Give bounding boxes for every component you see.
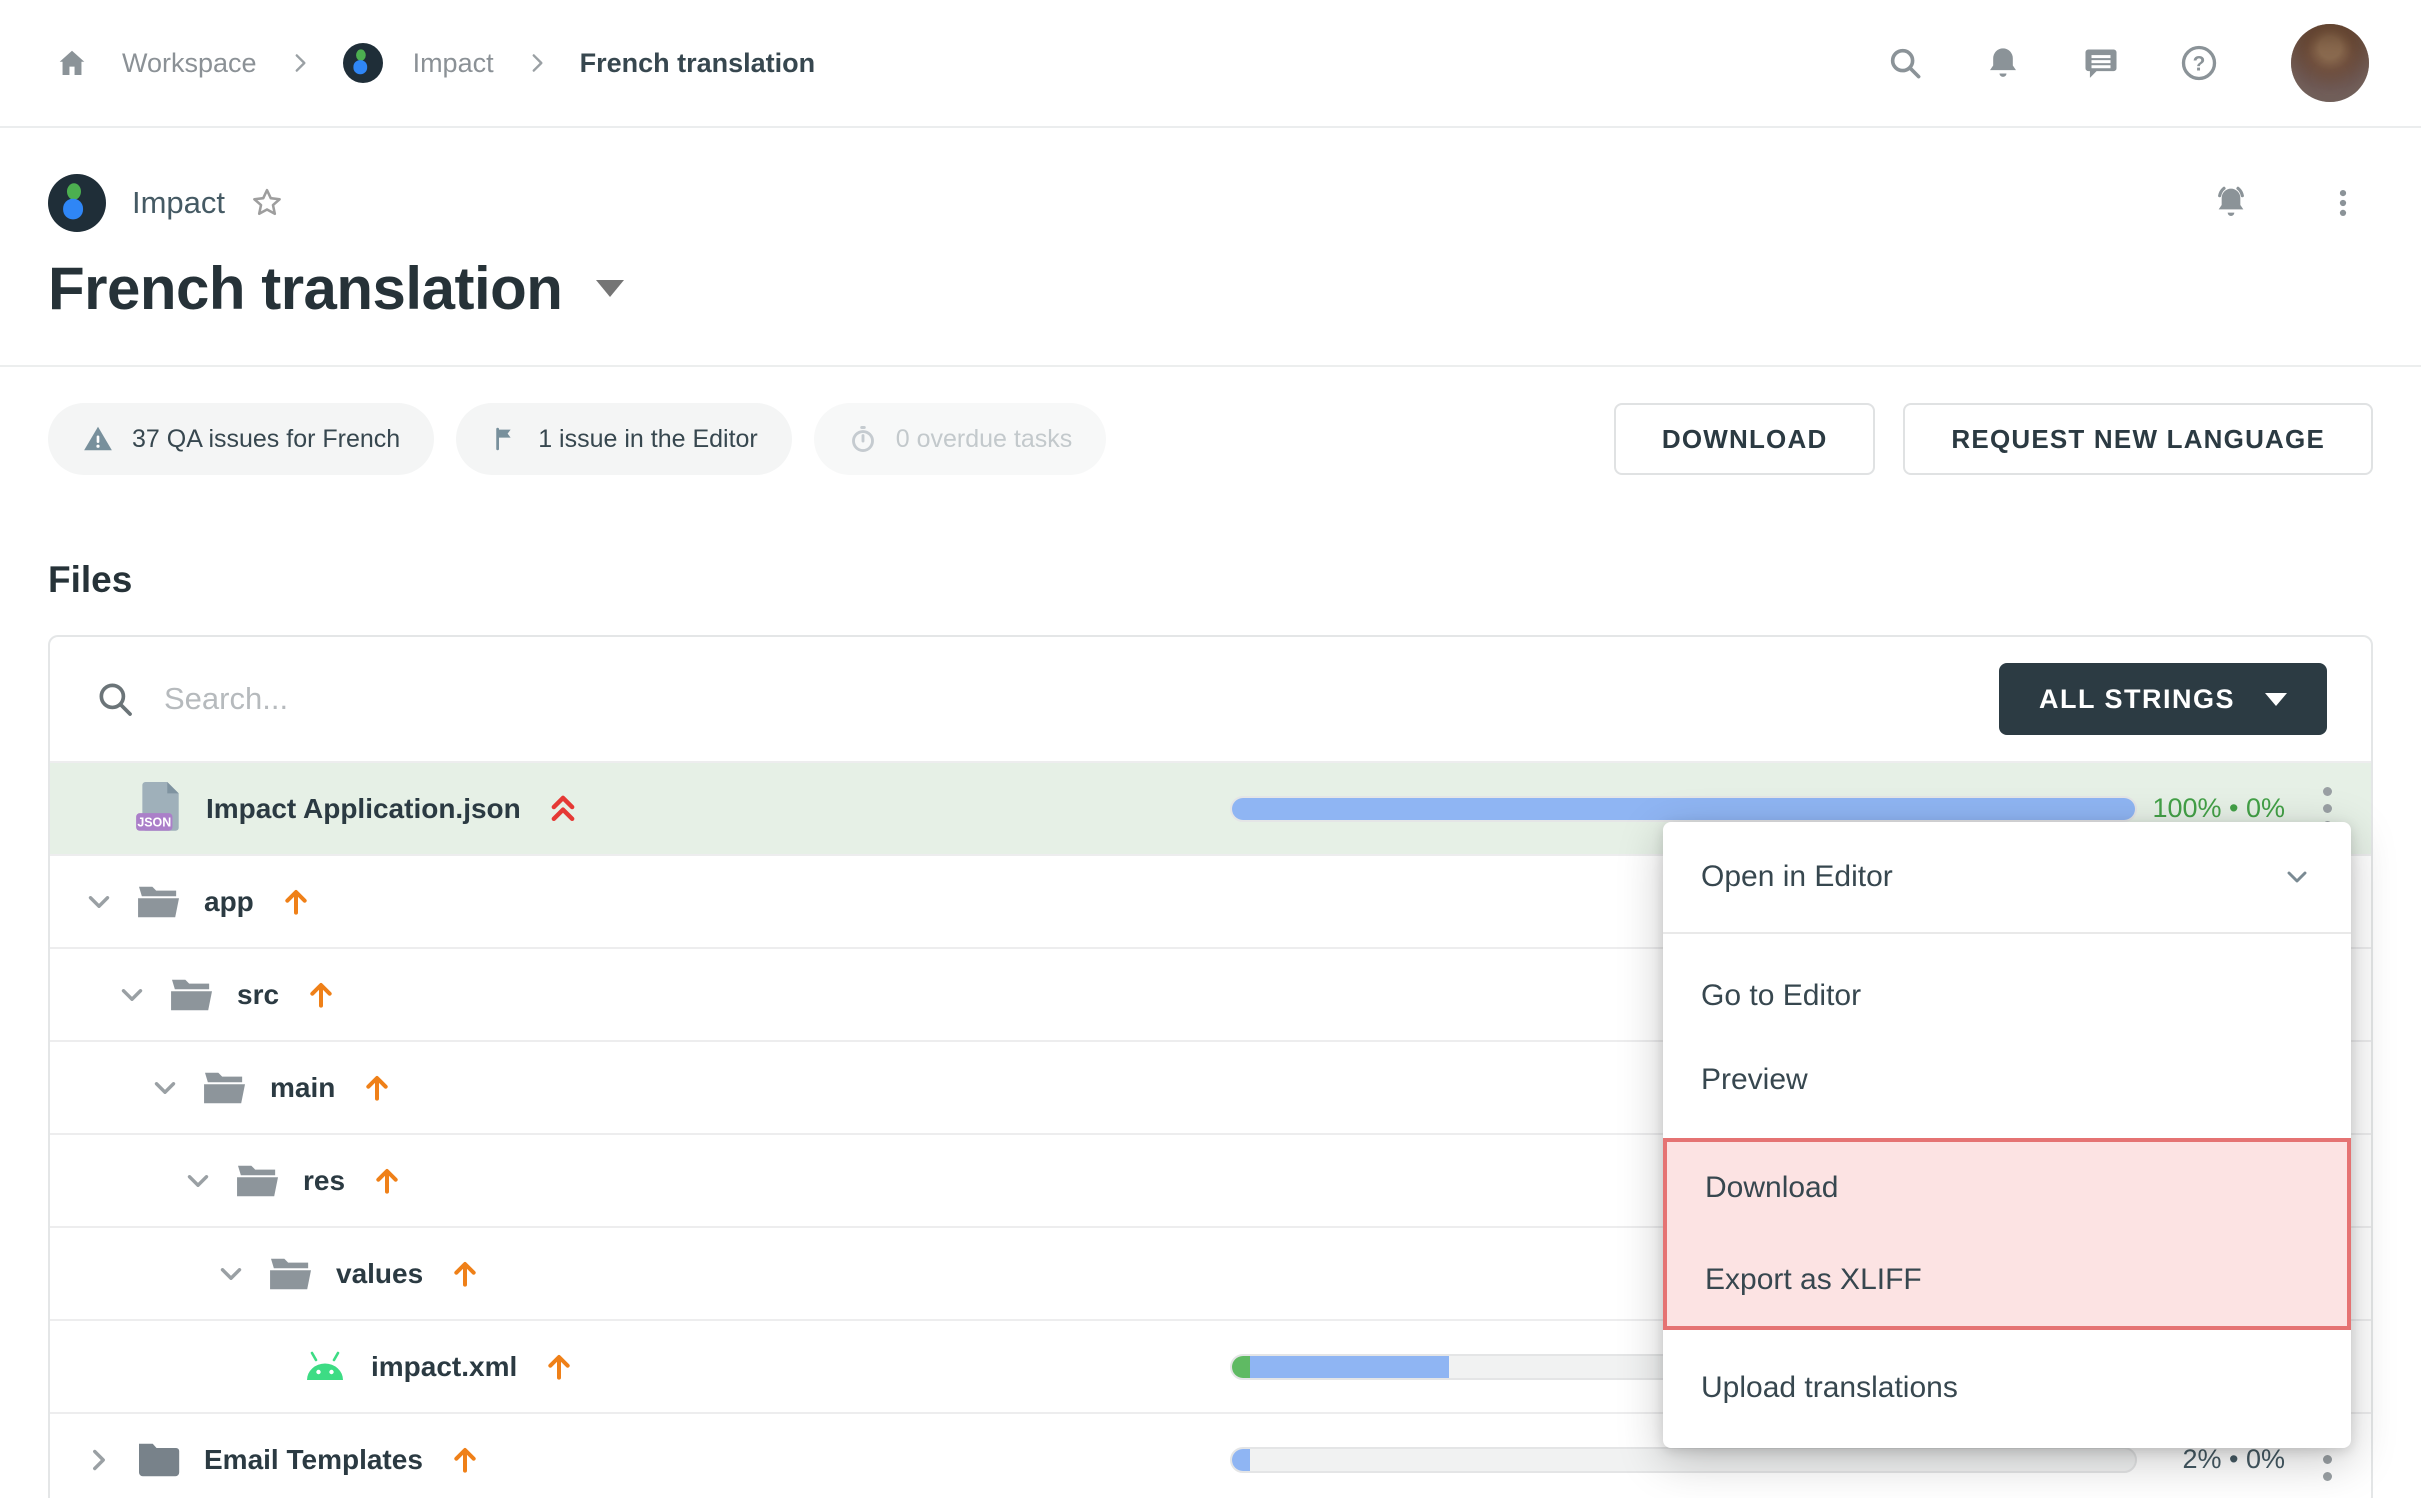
high-priority-icon [547,792,579,826]
folder-open-icon [202,1068,248,1108]
progress-bar [1230,796,2137,822]
upload-arrow-icon [371,1165,403,1197]
upload-arrow-icon [280,886,312,918]
chevron-down-icon[interactable] [80,883,118,921]
files-heading: Files [48,559,2373,601]
title-dropdown-caret[interactable] [596,280,624,297]
menu-item-download[interactable]: Download [1667,1142,2347,1234]
project-logo [48,174,106,232]
notifications-active-icon[interactable] [2211,183,2251,223]
header-buttons: DOWNLOAD REQUEST NEW LANGUAGE [1614,403,2373,475]
notifications-icon[interactable] [1983,43,2023,83]
home-icon[interactable] [52,43,92,83]
menu-list: Go to Editor Preview Download Export as … [1663,934,2351,1430]
folder-name: src [237,979,279,1011]
android-file-icon [301,1350,349,1384]
chevron-down-icon [2265,693,2287,706]
chevron-right-icon [287,50,313,76]
page-title-row: French translation [48,254,2373,323]
chevron-down-icon[interactable] [146,1069,184,1107]
breadcrumb-current: French translation [580,48,816,79]
svg-text:JSON: JSON [137,815,171,829]
upload-arrow-icon [449,1258,481,1290]
project-header-actions [2211,183,2373,223]
progress-stats: 2% • 0% [2182,1444,2285,1475]
search-icon [94,678,136,720]
menu-item-preview[interactable]: Preview [1663,1038,2351,1122]
app-window: Workspace Impact French translation [0,0,2421,1498]
warning-icon [82,423,114,455]
folder-name: app [204,886,254,918]
file-context-menu: Open in Editor Go to Editor Preview Down… [1663,822,2351,1448]
upload-arrow-icon [305,979,337,1011]
folder-open-icon [169,975,215,1015]
request-new-language-button[interactable]: REQUEST NEW LANGUAGE [1903,403,2373,475]
upload-arrow-icon [361,1072,393,1104]
project-header: Impact [48,174,2373,232]
flag-icon [490,424,520,454]
overdue-tasks-badge[interactable]: 0 overdue tasks [814,403,1107,475]
folder-open-icon [235,1161,281,1201]
file-name: impact.xml [371,1351,517,1383]
chevron-down-icon[interactable] [212,1255,250,1293]
strings-filter-button[interactable]: ALL STRINGS [1999,663,2327,735]
menu-item-open-in-editor[interactable]: Open in Editor [1663,822,2351,932]
chevron-right-icon[interactable] [80,1441,118,1479]
download-button[interactable]: DOWNLOAD [1614,403,1876,475]
project-name: Impact [132,185,225,221]
chevron-down-icon[interactable] [113,976,151,1014]
status-toolbar: 37 QA issues for French 1 issue in the E… [48,403,2373,475]
menu-highlight-group: Download Export as XLIFF [1663,1138,2351,1330]
file-name: Impact Application.json [206,793,521,825]
chevron-down-icon [2281,861,2313,893]
folder-closed-icon [136,1440,182,1480]
editor-issues-badge[interactable]: 1 issue in the Editor [456,403,792,475]
upload-arrow-icon [543,1351,575,1383]
messages-icon[interactable] [2081,43,2121,83]
svg-text:?: ? [2193,52,2206,75]
folder-open-icon [136,882,182,922]
folder-name: main [270,1072,335,1104]
search-input[interactable] [164,681,1999,717]
qa-issues-badge[interactable]: 37 QA issues for French [48,403,434,475]
page-title: French translation [48,254,562,323]
project-logo-icon [343,43,383,83]
breadcrumb-workspace[interactable]: Workspace [122,48,257,79]
search-icon[interactable] [1885,43,1925,83]
status-badges: 37 QA issues for French 1 issue in the E… [48,403,1106,475]
folder-name: res [303,1165,345,1197]
menu-item-go-to-editor[interactable]: Go to Editor [1663,954,2351,1038]
user-avatar[interactable] [2291,24,2369,102]
timer-icon [848,424,878,454]
project-kebab-menu[interactable] [2323,183,2363,223]
breadcrumb: Workspace Impact French translation [52,43,815,83]
divider [0,365,2421,367]
navbar-actions: ? [1885,24,2369,102]
chevron-right-icon [524,50,550,76]
json-file-icon: JSON [136,782,184,836]
folder-name: Email Templates [204,1444,423,1476]
chevron-down-icon[interactable] [179,1162,217,1200]
menu-item-upload-translations[interactable]: Upload translations [1663,1346,2351,1430]
breadcrumb-project[interactable]: Impact [413,48,494,79]
folder-name: values [336,1258,423,1290]
menu-item-export-as-xliff[interactable]: Export as XLIFF [1667,1234,2347,1326]
files-search-row: ALL STRINGS [50,637,2371,761]
progress-stats: 100% • 0% [2152,793,2285,824]
top-navbar: Workspace Impact French translation [0,0,2421,128]
upload-arrow-icon [449,1444,481,1476]
help-icon[interactable]: ? [2179,43,2219,83]
folder-open-icon [268,1254,314,1294]
progress-bar [1230,1447,2137,1473]
star-icon[interactable] [249,185,285,221]
